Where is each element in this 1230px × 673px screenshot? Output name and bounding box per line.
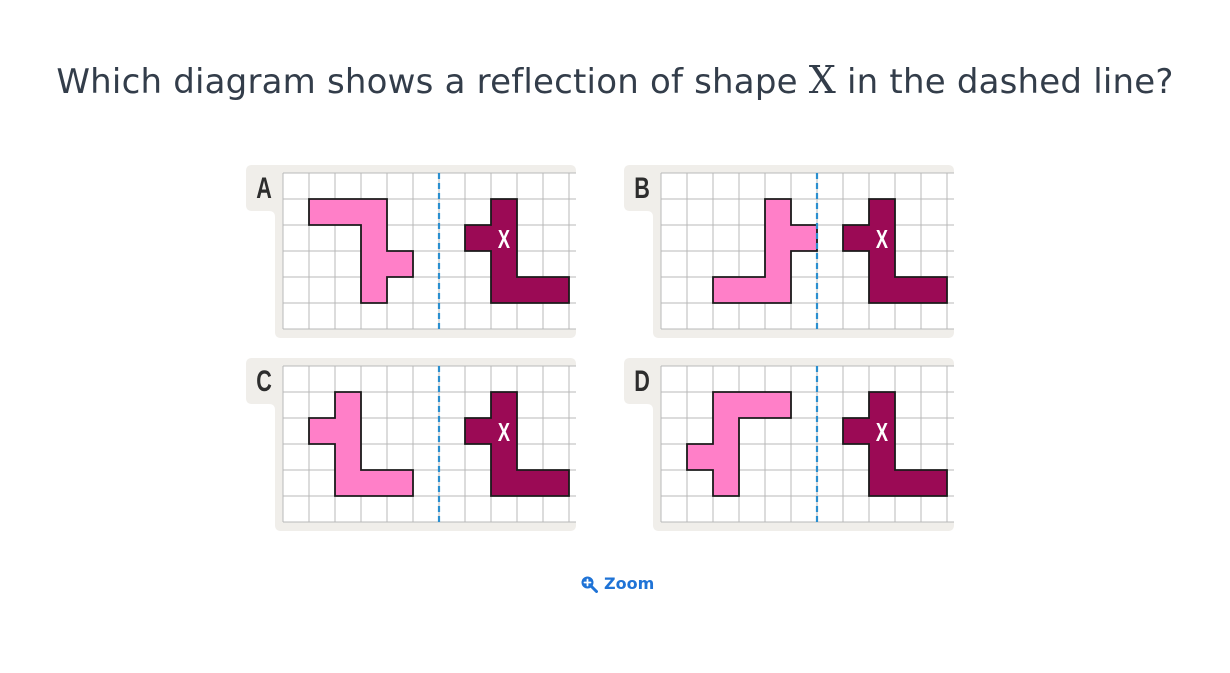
shape-x-cell xyxy=(869,470,895,496)
shape-x-cell xyxy=(869,444,895,470)
reflected-shape-cell xyxy=(687,444,713,470)
zoom-label: Zoom xyxy=(604,574,655,593)
question-prefix: Which diagram shows a reflection of shap… xyxy=(56,62,809,102)
reflected-shape-cell xyxy=(335,444,361,470)
option-label: C xyxy=(256,363,272,397)
reflected-shape-cell xyxy=(713,277,739,303)
shape-x-label: X xyxy=(498,418,510,447)
shape-x-cell xyxy=(543,277,569,303)
shape-x-cell xyxy=(895,277,921,303)
shape-x-cell xyxy=(869,251,895,277)
shape-x-cell xyxy=(843,418,869,444)
shape-x-cell xyxy=(895,470,921,496)
reflected-shape-cell xyxy=(739,277,765,303)
reflected-shape-cell xyxy=(739,392,765,418)
reflected-shape-cell xyxy=(765,199,791,225)
option-a-panel[interactable]: AX xyxy=(246,165,576,338)
reflected-shape-cell xyxy=(335,418,361,444)
shape-x-cell xyxy=(491,277,517,303)
question-shape-variable: X xyxy=(808,58,837,102)
zoom-in-icon xyxy=(581,576,598,593)
reflected-shape-cell xyxy=(335,199,361,225)
shape-x-cell xyxy=(465,418,491,444)
zoom-button[interactable]: Zoom xyxy=(580,574,654,593)
shape-x-cell xyxy=(921,470,947,496)
option-b-panel[interactable]: BX xyxy=(624,165,954,338)
option-diagram: CX xyxy=(246,358,576,531)
reflected-shape-cell xyxy=(361,277,387,303)
option-diagram: AX xyxy=(246,165,576,338)
shape-x-label: X xyxy=(498,225,510,254)
shape-x-label: X xyxy=(876,225,888,254)
shape-x-cell xyxy=(491,199,517,225)
option-label: A xyxy=(256,170,272,204)
option-d-panel[interactable]: DX xyxy=(624,358,954,531)
reflected-shape-cell xyxy=(361,251,387,277)
reflected-shape-cell xyxy=(765,392,791,418)
shape-x-cell xyxy=(465,225,491,251)
shape-x-cell xyxy=(491,251,517,277)
reflected-shape-cell xyxy=(361,470,387,496)
option-diagram: DX xyxy=(624,358,954,531)
option-c-panel[interactable]: CX xyxy=(246,358,576,531)
reflected-shape-cell xyxy=(361,199,387,225)
shape-x-label: X xyxy=(876,418,888,447)
option-label: D xyxy=(634,363,650,397)
reflected-shape-cell xyxy=(765,225,791,251)
shape-x-cell xyxy=(517,277,543,303)
option-label: B xyxy=(634,170,650,204)
reflected-shape-cell xyxy=(387,470,413,496)
reflected-shape-cell xyxy=(713,392,739,418)
shape-x-cell xyxy=(921,277,947,303)
reflected-shape-cell xyxy=(713,444,739,470)
reflected-shape-cell xyxy=(309,418,335,444)
reflected-shape-cell xyxy=(765,251,791,277)
question-text: Which diagram shows a reflection of shap… xyxy=(0,58,1230,102)
reflected-shape-cell xyxy=(713,418,739,444)
reflected-shape-cell xyxy=(713,470,739,496)
reflected-shape-cell xyxy=(309,199,335,225)
reflected-shape-cell xyxy=(387,251,413,277)
reflected-shape-cell xyxy=(791,225,817,251)
shape-x-cell xyxy=(843,225,869,251)
reflected-shape-cell xyxy=(765,277,791,303)
shape-x-cell xyxy=(491,444,517,470)
shape-x-cell xyxy=(869,392,895,418)
question-suffix: in the dashed line? xyxy=(836,62,1174,102)
shape-x-cell xyxy=(869,199,895,225)
shape-x-cell xyxy=(517,470,543,496)
shape-x-cell xyxy=(869,277,895,303)
reflected-shape-cell xyxy=(335,392,361,418)
option-diagram: BX xyxy=(624,165,954,338)
shape-x-cell xyxy=(491,392,517,418)
reflected-shape-cell xyxy=(361,225,387,251)
reflected-shape-cell xyxy=(335,470,361,496)
shape-x-cell xyxy=(543,470,569,496)
shape-x-cell xyxy=(491,470,517,496)
